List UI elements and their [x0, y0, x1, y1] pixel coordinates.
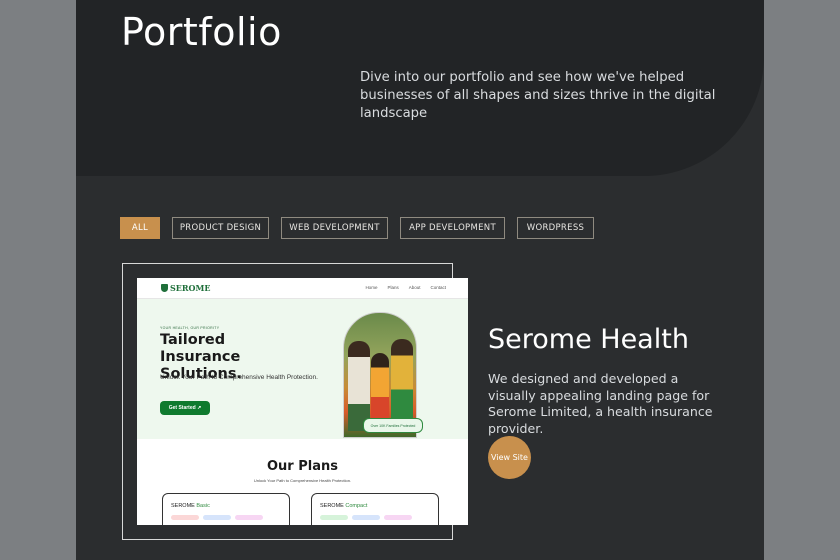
preview-nav-home: Home: [365, 285, 378, 290]
shield-logo-icon: [161, 284, 168, 292]
preview-get-started-button: Get Started ↗: [160, 401, 210, 415]
preview-nav-contact: Contact: [430, 285, 446, 290]
page-title: Portfolio: [121, 10, 282, 54]
project-title: Serome Health: [488, 324, 689, 355]
preview-subtext: Unlock Your Path to Comprehensive Health…: [160, 374, 318, 381]
preview-kicker: YOUR HEALTH, OUR PRIORITY: [160, 326, 220, 330]
filter-product-design[interactable]: PRODUCT DESIGN: [172, 217, 269, 239]
preview-plans-title: Our Plans: [267, 459, 338, 474]
preview-logo: SEROME: [161, 283, 210, 293]
project-description: We designed and developed a visually app…: [488, 371, 713, 436]
page-intro: Dive into our portfolio and see how we'v…: [360, 70, 716, 121]
preview-nav-links: Home Plans About Contact: [365, 285, 446, 290]
preview-badge: Over 10K Families Protected: [363, 418, 423, 433]
filter-bar: ALL PRODUCT DESIGN WEB DEVELOPMENT APP D…: [120, 217, 606, 239]
filter-wordpress[interactable]: WORDPRESS: [517, 217, 594, 239]
preview-plan-card-compact: SEROME Compact: [311, 493, 439, 525]
filter-app-development[interactable]: APP DEVELOPMENT: [400, 217, 505, 239]
filter-all[interactable]: ALL: [120, 217, 160, 239]
preview-plans-subtitle: Unlock Your Path to Comprehensive Health…: [253, 478, 352, 483]
preview-nav-about: About: [408, 285, 421, 290]
filter-web-development[interactable]: WEB DEVELOPMENT: [281, 217, 388, 239]
project-thumbnail[interactable]: SEROME Home Plans About Contact YOUR HEA…: [137, 278, 468, 525]
preview-plan-card-basic: SEROME Basic: [162, 493, 290, 525]
portfolio-hero: Portfolio Dive into our portfolio and se…: [76, 0, 764, 176]
preview-nav-plans: Plans: [387, 285, 399, 290]
preview-navbar: SEROME Home Plans About Contact: [137, 278, 468, 299]
view-site-button[interactable]: View Site: [488, 436, 531, 479]
